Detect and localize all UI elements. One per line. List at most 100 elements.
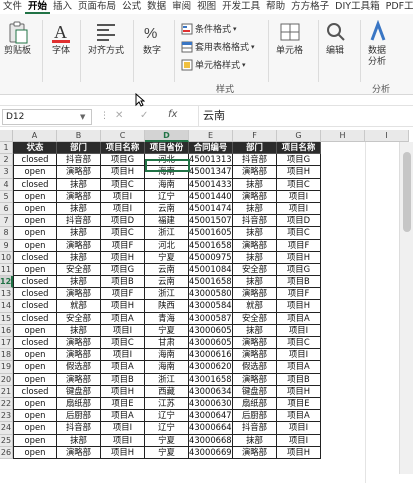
select-all-corner[interactable] [0, 130, 13, 142]
data-analysis-button[interactable]: 数据分析 [368, 20, 394, 68]
header-cell[interactable]: 项目省份 [145, 142, 189, 155]
table-cell[interactable]: 项目H [277, 300, 321, 313]
row-header[interactable]: 12 [0, 276, 13, 289]
table-cell[interactable]: 演略部 [57, 166, 101, 179]
table-cell[interactable]: 海南 [145, 361, 189, 374]
table-cell[interactable]: 4500150767 [189, 215, 233, 228]
table-cell[interactable]: 演略部 [57, 446, 101, 459]
table-cell[interactable]: 键盘部 [57, 385, 101, 398]
table-cell[interactable]: 项目C [277, 227, 321, 240]
table-cell[interactable]: 云南 [145, 202, 189, 216]
table-cell[interactable]: 项目G [277, 263, 321, 277]
table-cell[interactable]: 抹部 [233, 434, 277, 447]
column-header[interactable]: G [277, 130, 321, 142]
insert-function-button[interactable]: fx [168, 109, 177, 120]
confirm-icon[interactable]: ✓ [140, 110, 148, 121]
table-cell[interactable]: 项目D [277, 215, 321, 228]
table-cell[interactable]: open [13, 422, 57, 435]
table-cell[interactable]: 抹部 [233, 178, 277, 191]
table-cell[interactable]: 辽宁 [145, 422, 189, 435]
row-header[interactable]: 2 [0, 154, 13, 167]
column-header[interactable]: A [13, 130, 57, 142]
header-cell[interactable]: 项目名称 [277, 142, 321, 155]
column-header[interactable]: B [57, 130, 101, 142]
table-cell[interactable]: 4300060533 [189, 337, 233, 350]
row-header[interactable]: 21 [0, 385, 13, 398]
table-cell[interactable]: 4500134791 [189, 166, 233, 179]
row-header[interactable]: 17 [0, 337, 13, 350]
table-cell[interactable]: 项目B [277, 276, 321, 289]
table-cell[interactable]: 浙江 [145, 227, 189, 240]
table-cell[interactable]: 项目A [277, 410, 321, 423]
row-header[interactable]: 19 [0, 361, 13, 374]
table-cell[interactable]: 扇纸部 [57, 397, 101, 411]
header-cell[interactable]: 合同编号 [189, 142, 233, 155]
vertical-scrollbar[interactable] [399, 142, 413, 474]
table-cell[interactable]: 安全部 [57, 263, 101, 277]
table-cell[interactable]: 宁夏 [145, 434, 189, 447]
table-cell[interactable]: 云南 [145, 263, 189, 277]
table-cell[interactable]: 项目C [277, 178, 321, 191]
table-cell[interactable]: 海南 [145, 349, 189, 362]
table-cell[interactable]: 抹部 [57, 251, 101, 264]
table-cell[interactable]: open [13, 202, 57, 216]
table-cell[interactable]: 项目I [101, 190, 145, 203]
table-cell[interactable]: 就部 [57, 300, 101, 313]
table-cell[interactable]: 辽宁 [145, 190, 189, 203]
row-header[interactable]: 9 [0, 239, 13, 252]
table-cell[interactable]: 项目B [277, 373, 321, 386]
table-cell[interactable]: 抹部 [57, 227, 101, 240]
table-cell[interactable]: 4300066990 [189, 446, 233, 459]
table-cell[interactable]: 福建 [145, 215, 189, 228]
table-cell[interactable]: 项目C [277, 337, 321, 350]
table-cell[interactable]: 演略部 [57, 239, 101, 252]
table-cell[interactable]: 项目F [101, 288, 145, 301]
table-cell[interactable]: 陕西 [145, 300, 189, 313]
table-cell[interactable]: 项目A [101, 312, 145, 325]
cell-style-button[interactable]: 单元格样式 ▾ [181, 58, 246, 71]
ribbon-tab[interactable]: 审阅 [169, 0, 194, 14]
table-cell[interactable]: 云南 [145, 276, 189, 289]
table-cell[interactable]: 4500108400 [189, 263, 233, 277]
table-cell[interactable]: 抖音部 [233, 215, 277, 228]
table-cell[interactable]: open [13, 239, 57, 252]
table-cell[interactable]: 项目E [101, 397, 145, 411]
ribbon-tab[interactable]: 公式 [119, 0, 144, 14]
table-cell[interactable]: 项目F [277, 288, 321, 301]
row-header[interactable]: 3 [0, 166, 13, 179]
column-header[interactable]: C [101, 130, 145, 142]
table-cell[interactable]: 河北 [145, 239, 189, 252]
table-cell[interactable]: closed [13, 288, 57, 301]
table-cell[interactable]: 4300062021 [189, 361, 233, 374]
table-cell[interactable]: 宁夏 [145, 446, 189, 459]
table-cell[interactable]: 演略部 [233, 166, 277, 179]
table-cell[interactable]: 浙江 [145, 288, 189, 301]
table-cell[interactable]: 4500144088 [189, 190, 233, 203]
row-header[interactable]: 24 [0, 422, 13, 435]
alignment-button[interactable]: 对齐方式 [88, 20, 124, 57]
table-cell[interactable]: 西藏 [145, 385, 189, 398]
table-cell[interactable]: closed [13, 312, 57, 325]
name-box[interactable]: D12 [2, 109, 92, 125]
table-cell[interactable]: 宁夏 [145, 251, 189, 264]
table-cell[interactable]: 抹部 [233, 324, 277, 337]
cancel-icon[interactable]: ✕ [115, 110, 123, 121]
table-cell[interactable]: closed [13, 300, 57, 313]
table-cell[interactable]: open [13, 446, 57, 459]
row-header[interactable]: 4 [0, 178, 13, 191]
number-format-button[interactable]: % 数字 [141, 20, 163, 57]
table-cell[interactable]: 抹部 [57, 324, 101, 337]
table-cell[interactable]: 项目I [101, 349, 145, 362]
table-cell[interactable]: 演略部 [233, 373, 277, 386]
table-cell[interactable]: 4300066824 [189, 434, 233, 447]
conditional-format-button[interactable]: 条件格式 ▾ [181, 22, 237, 35]
table-cell[interactable]: 抹部 [233, 251, 277, 264]
scrollbar-thumb[interactable] [403, 152, 411, 232]
table-cell[interactable]: open [13, 263, 57, 277]
table-cell[interactable]: 项目I [277, 422, 321, 435]
table-format-button[interactable]: 套用表格格式 ▾ [181, 40, 255, 53]
table-cell[interactable]: 安全部 [57, 312, 101, 325]
row-header[interactable]: 26 [0, 446, 13, 459]
table-cell[interactable]: 键盘部 [233, 385, 277, 398]
row-header[interactable]: 18 [0, 349, 13, 362]
